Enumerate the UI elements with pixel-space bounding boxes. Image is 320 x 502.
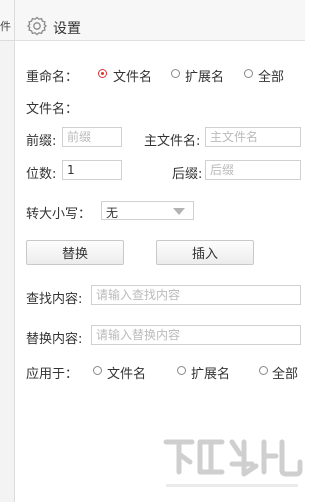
apply-radio-filename[interactable] xyxy=(93,366,102,375)
rename-radio-all[interactable] xyxy=(244,69,253,78)
prefix-label: 前缀: xyxy=(26,134,57,149)
case-select-value: 无 xyxy=(106,206,119,220)
apply-option-extension[interactable]: 扩展名 xyxy=(191,363,230,382)
left-panel-title-fragment: 件 xyxy=(0,20,11,33)
settings-header: 设置 xyxy=(15,0,305,41)
rename-option-filename[interactable]: 文件名 xyxy=(113,66,152,85)
apply-to-label: 应用于： xyxy=(26,367,79,382)
main-filename-label: 主文件名: xyxy=(144,134,201,149)
rename-label: 重命名： xyxy=(26,70,79,85)
digits-input[interactable] xyxy=(62,160,122,180)
apply-option-all[interactable]: 全部 xyxy=(272,363,298,382)
main-filename-input[interactable] xyxy=(205,127,301,147)
find-input[interactable] xyxy=(91,285,301,305)
rename-radio-filename[interactable] xyxy=(98,69,107,78)
watermark-logo xyxy=(163,439,303,487)
panel-title: 设置 xyxy=(53,21,81,37)
digits-label: 位数: xyxy=(26,167,57,182)
case-select[interactable]: 无 xyxy=(101,201,194,220)
dropdown-arrow-icon xyxy=(173,208,185,215)
rename-radio-extension[interactable] xyxy=(171,69,180,78)
apply-radio-all[interactable] xyxy=(259,366,268,375)
case-label: 转大小写： xyxy=(26,207,92,222)
replace-with-input[interactable] xyxy=(91,325,301,345)
replace-button[interactable]: 替换 xyxy=(26,240,124,265)
suffix-label: 后缀: xyxy=(172,167,203,182)
gear-icon[interactable] xyxy=(27,16,47,36)
replace-with-label: 替换内容: xyxy=(26,332,83,347)
prefix-input[interactable] xyxy=(62,127,122,147)
rename-option-extension[interactable]: 扩展名 xyxy=(185,66,224,85)
rename-option-all[interactable]: 全部 xyxy=(258,66,284,85)
suffix-input[interactable] xyxy=(205,160,301,180)
insert-button[interactable]: 插入 xyxy=(156,240,254,265)
left-panel-strip: 件 xyxy=(0,0,15,502)
apply-option-filename[interactable]: 文件名 xyxy=(107,363,146,382)
find-label: 查找内容: xyxy=(26,292,83,307)
apply-radio-extension[interactable] xyxy=(177,366,186,375)
filename-section-label: 文件名： xyxy=(26,102,79,117)
